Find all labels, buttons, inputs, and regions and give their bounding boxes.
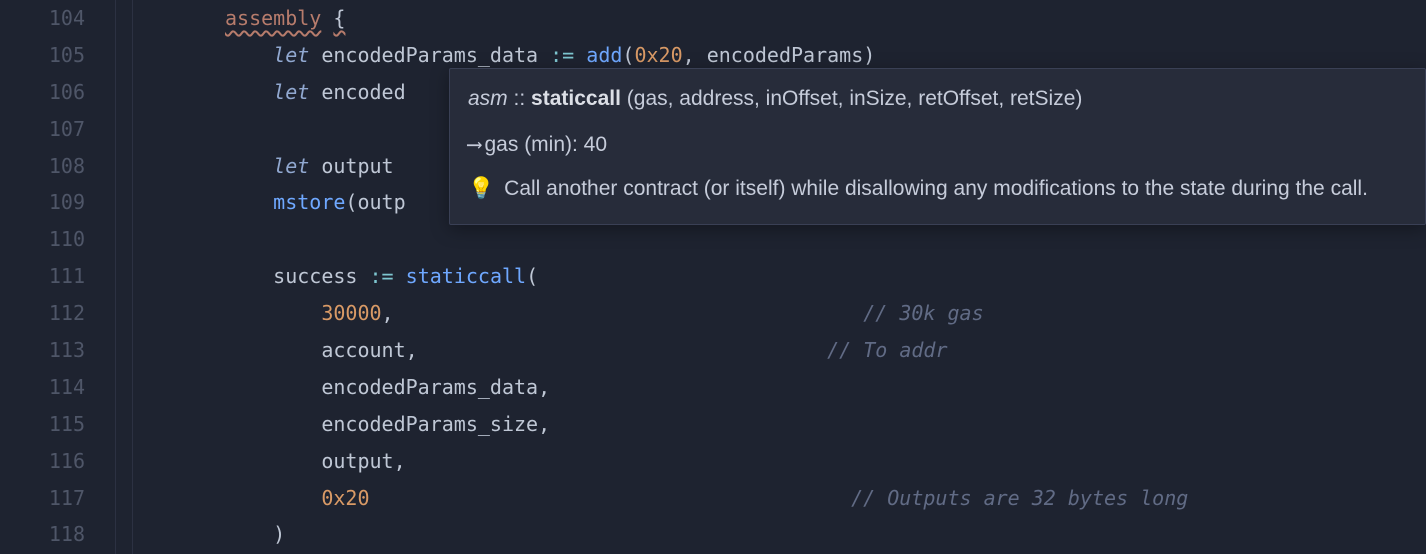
tooltip-description: 💡 Call another contract (or itself) while… (468, 173, 1407, 206)
paren-close: ) (273, 522, 285, 546)
comma: , (683, 43, 695, 67)
identifier: encodedParams_data (321, 375, 538, 399)
identifier: output (321, 449, 393, 473)
line-number: 104 (0, 0, 85, 37)
line-number-gutter: 104 105 106 107 108 109 110 111 112 113 … (0, 0, 115, 554)
identifier: account (321, 338, 405, 362)
operator-assign: := (370, 264, 394, 288)
code-line[interactable]: output, (225, 443, 1426, 480)
lightbulb-icon: 💡 (468, 177, 494, 200)
line-number: 106 (0, 74, 85, 111)
comment: // 30k gas (863, 301, 983, 325)
identifier: outp (357, 190, 405, 214)
fold-column[interactable] (115, 0, 133, 554)
code-line[interactable]: encodedParams_size, (225, 406, 1426, 443)
paren-open: ( (526, 264, 538, 288)
keyword-let: let (273, 154, 309, 178)
line-number: 109 (0, 184, 85, 221)
hover-tooltip: asm :: staticcall (gas, address, inOffse… (449, 68, 1426, 225)
arrow-icon: ⟶ (468, 132, 479, 156)
tooltip-function-name: staticcall (531, 87, 621, 110)
line-number: 110 (0, 221, 85, 258)
code-line[interactable]: assembly { (225, 0, 1426, 37)
code-line[interactable]: encodedParams_data, (225, 369, 1426, 406)
comma: , (538, 412, 550, 436)
line-number: 118 (0, 516, 85, 553)
tooltip-gas-text: gas (min): 40 (485, 133, 608, 156)
tooltip-signature-args: (gas, address, inOffset, inSize, retOffs… (627, 87, 1083, 110)
number-literal: 30000 (321, 301, 381, 325)
paren-close: ) (863, 43, 875, 67)
code-line[interactable]: 30000, // 30k gas (225, 295, 1426, 332)
code-line[interactable]: account, // To addr (225, 332, 1426, 369)
identifier: encodedParams_size (321, 412, 538, 436)
line-number: 108 (0, 148, 85, 185)
identifier: success (273, 264, 357, 288)
code-line[interactable]: success := staticcall( (225, 258, 1426, 295)
number-literal: 0x20 (634, 43, 682, 67)
tooltip-gas-info: ⟶ gas (min): 40 (468, 128, 1407, 162)
line-number: 115 (0, 406, 85, 443)
tooltip-separator: :: (514, 87, 526, 110)
paren-open: ( (622, 43, 634, 67)
line-number: 111 (0, 258, 85, 295)
tooltip-namespace: asm (468, 87, 508, 110)
comma: , (382, 301, 394, 325)
tooltip-signature: asm :: staticcall (gas, address, inOffse… (468, 83, 1407, 116)
brace-open: { (333, 6, 345, 30)
keyword-let: let (273, 80, 309, 104)
line-number: 116 (0, 443, 85, 480)
line-number: 117 (0, 480, 85, 517)
operator-assign: := (550, 43, 574, 67)
keyword-assembly: assembly (225, 6, 321, 30)
paren-open: ( (345, 190, 357, 214)
identifier: encoded (321, 80, 405, 104)
comma: , (538, 375, 550, 399)
function-call: staticcall (406, 264, 526, 288)
number-literal: 0x20 (321, 486, 369, 510)
function-call: add (586, 43, 622, 67)
identifier: encodedParams (707, 43, 864, 67)
tooltip-description-text: Call another contract (or itself) while … (504, 177, 1368, 200)
code-line[interactable] (225, 221, 1426, 258)
line-number: 107 (0, 111, 85, 148)
line-number: 114 (0, 369, 85, 406)
identifier: output (321, 154, 393, 178)
line-number: 112 (0, 295, 85, 332)
identifier: encodedParams_data (321, 43, 538, 67)
code-line[interactable]: 0x20 // Outputs are 32 bytes long (225, 480, 1426, 517)
keyword-let: let (273, 43, 309, 67)
comment: // Outputs are 32 bytes long (851, 486, 1188, 510)
line-number: 105 (0, 37, 85, 74)
code-line[interactable]: ) (225, 516, 1426, 553)
line-number: 113 (0, 332, 85, 369)
comment: // To addr (827, 338, 947, 362)
comma: , (394, 449, 406, 473)
comma: , (406, 338, 418, 362)
function-call: mstore (273, 190, 345, 214)
